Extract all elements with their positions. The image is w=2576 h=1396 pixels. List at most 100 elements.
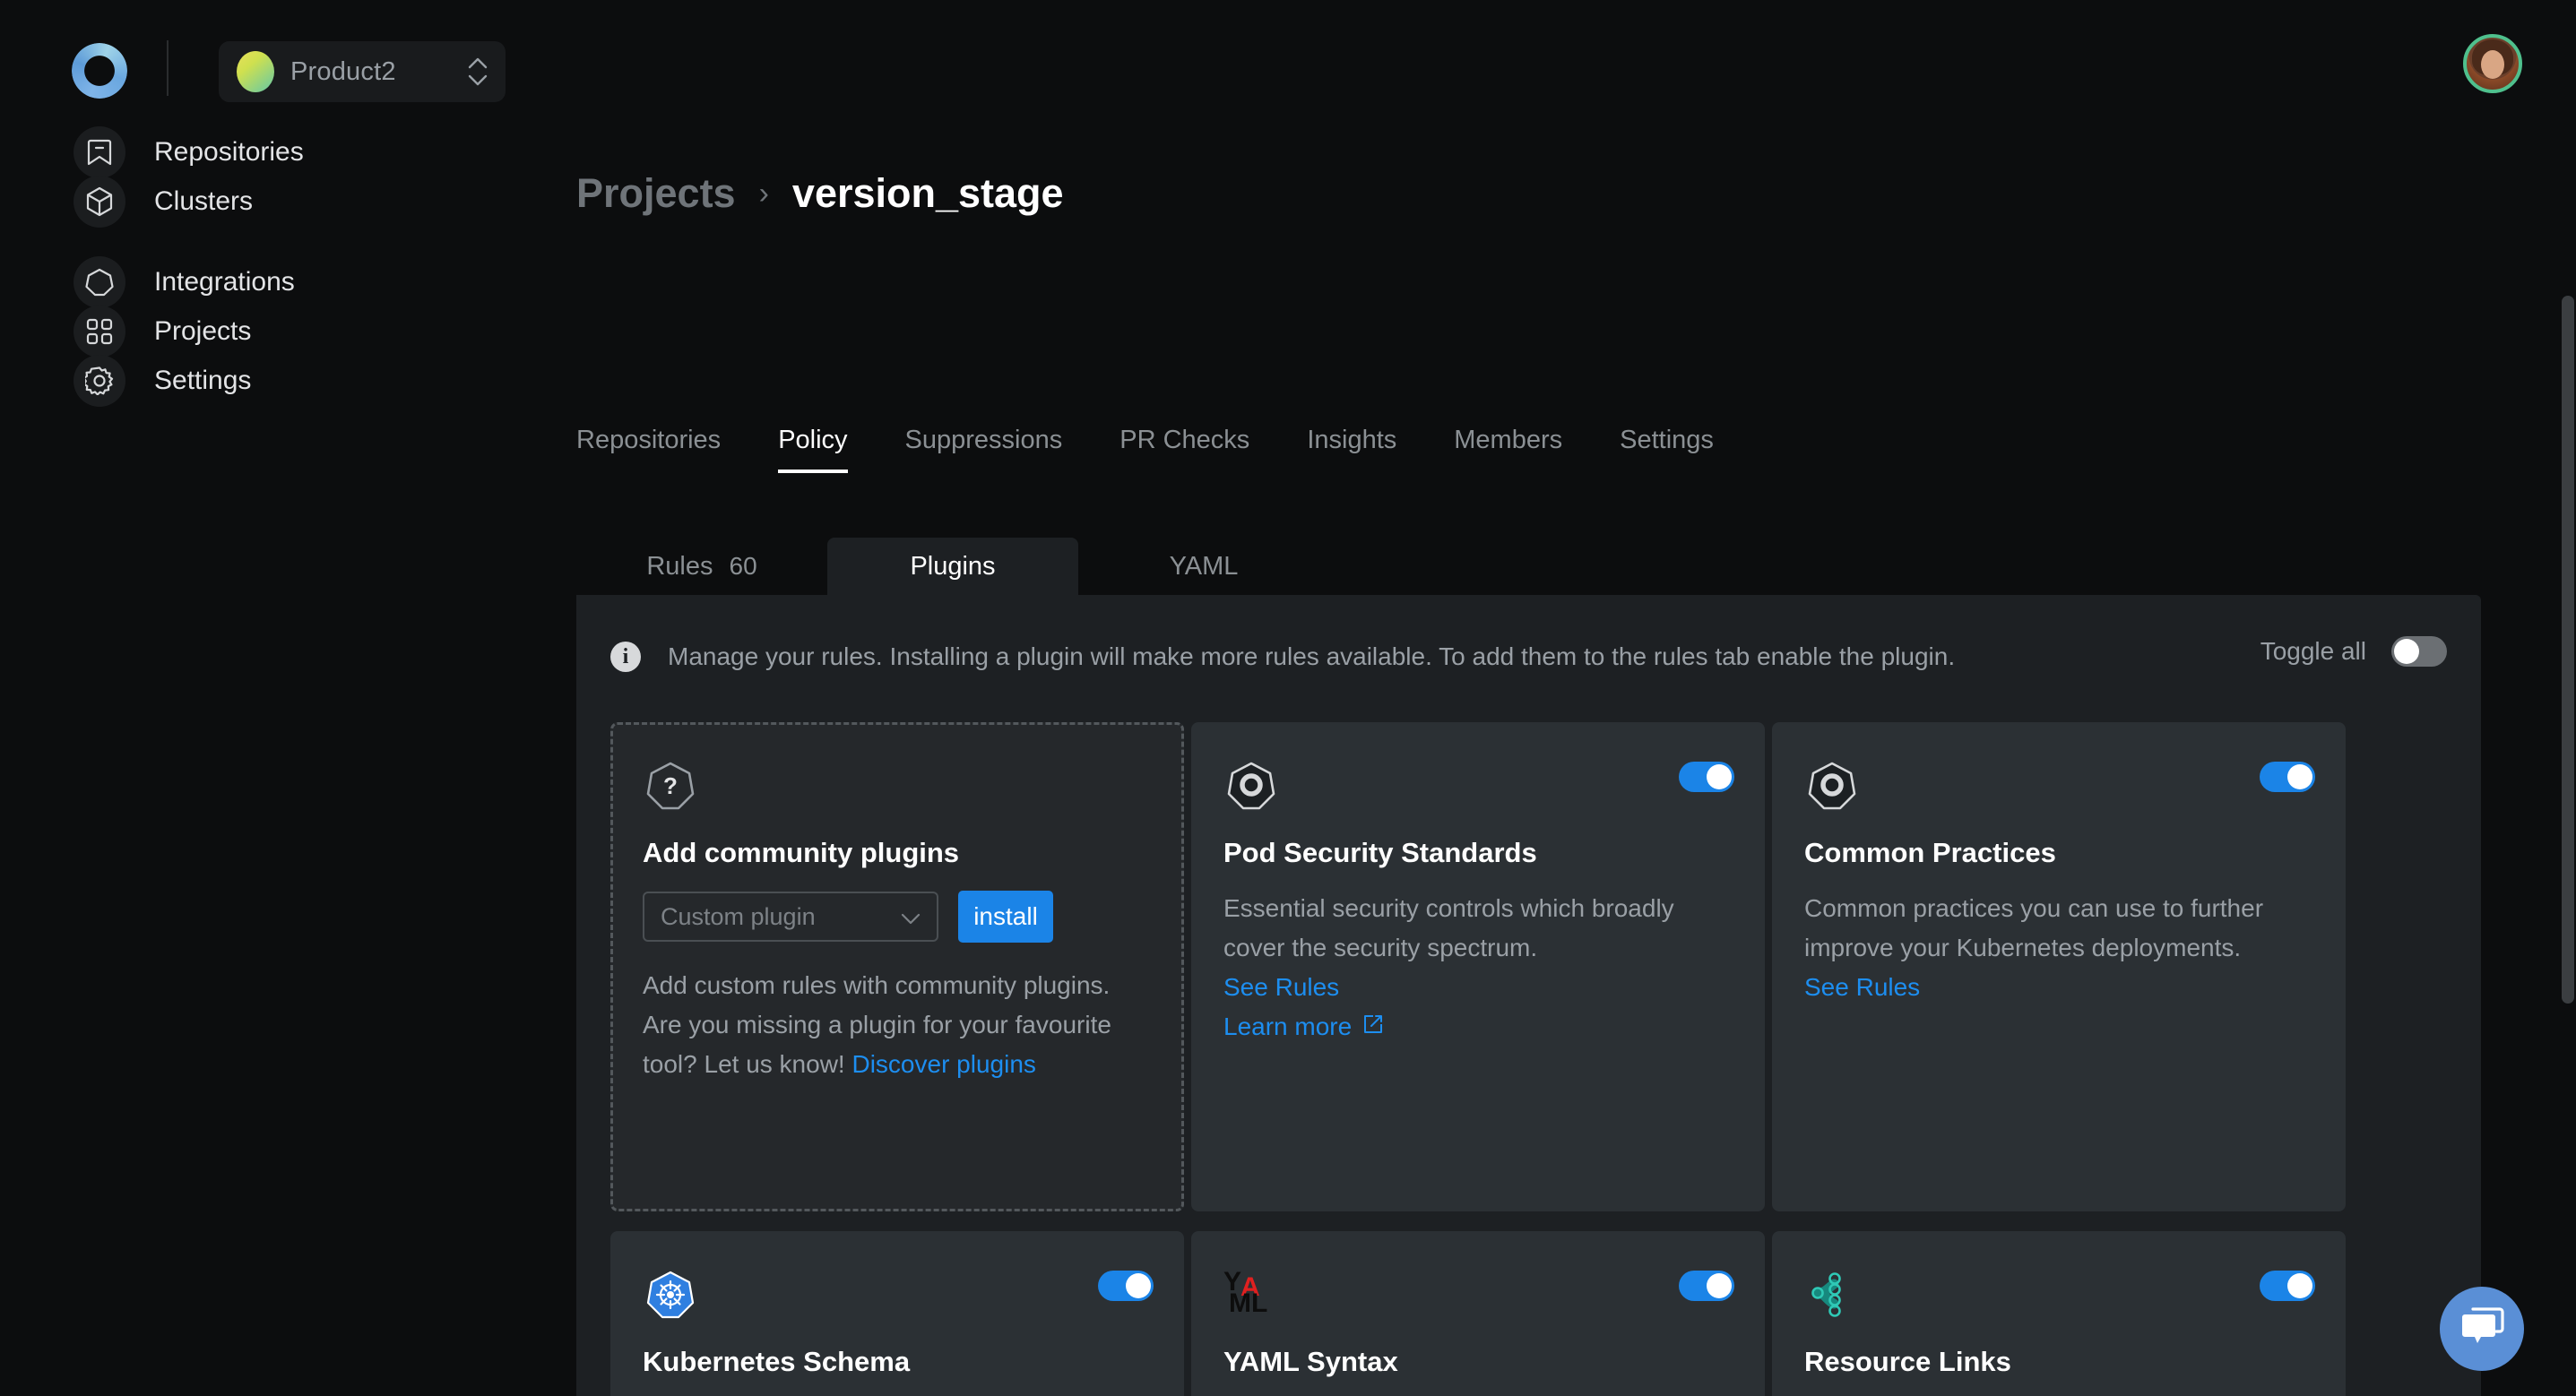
card-title: Pod Security Standards — [1223, 837, 1537, 868]
custom-plugin-select[interactable]: Custom plugin — [643, 892, 938, 942]
subtab-plugins[interactable]: Plugins — [827, 538, 1078, 595]
card-title: Resource Links — [1804, 1346, 2011, 1377]
breadcrumb-separator-icon: › — [758, 176, 769, 211]
tab-suppressions[interactable]: Suppressions — [877, 414, 1092, 466]
policy-subtabs: Rules 60 Plugins YAML — [576, 538, 2481, 595]
external-link-icon — [1362, 1007, 1384, 1047]
kubernetes-outline-heptagon-icon — [1804, 758, 1860, 814]
breadcrumb: Projects › version_stage — [576, 170, 1064, 217]
breadcrumb-root-link[interactable]: Projects — [576, 170, 736, 217]
kubernetes-logo-icon — [643, 1267, 698, 1323]
tab-label: Insights — [1307, 425, 1397, 454]
info-banner-text: Manage your rules. Installing a plugin w… — [668, 642, 1956, 670]
sidebar-item-settings[interactable]: Settings — [73, 345, 251, 417]
switch-knob — [1126, 1273, 1151, 1298]
switch[interactable] — [1098, 1271, 1154, 1301]
plugin-toggle-yaml-syntax[interactable] — [1679, 1271, 1734, 1301]
subtab-label: YAML — [1169, 551, 1239, 581]
subtab-rules[interactable]: Rules 60 — [576, 538, 827, 595]
switch[interactable] — [1679, 1271, 1734, 1301]
plugin-toggle-common-practices[interactable] — [2260, 762, 2315, 792]
card-yaml-syntax: Y A ML YAML Syntax Validates that your m… — [1191, 1231, 1765, 1396]
switch-knob — [1707, 764, 1732, 789]
tab-label: Policy — [778, 425, 848, 454]
sidebar-item-label: Integrations — [154, 267, 295, 297]
plugin-grid: ? Add community plugins Custom plugin in… — [610, 722, 2448, 1396]
card-title: Kubernetes Schema — [643, 1346, 911, 1377]
chevron-down-icon — [901, 903, 921, 931]
info-icon: i — [610, 642, 641, 672]
custom-plugin-select-value: Custom plugin — [661, 902, 816, 930]
vertical-scrollbar-thumb[interactable] — [2562, 296, 2574, 1004]
subtab-rules-count: 60 — [729, 552, 757, 580]
card-resource-links: Resource Links Validates that links to o… — [1772, 1231, 2346, 1396]
card-kubernetes-schema: Kubernetes Schema Validates that your ma… — [610, 1231, 1184, 1396]
brand-ring-logo-icon[interactable] — [72, 43, 127, 99]
tab-insights[interactable]: Insights — [1278, 414, 1425, 466]
plugin-toggle-kubernetes-schema[interactable] — [1098, 1271, 1154, 1301]
tab-pr-checks[interactable]: PR Checks — [1091, 414, 1278, 466]
primary-tabs: Repositories Policy Suppressions PR Chec… — [576, 414, 1742, 473]
gear-icon — [73, 355, 125, 407]
switch[interactable] — [1679, 762, 1734, 792]
card-links: See Rules — [1804, 968, 2313, 1007]
switch-knob — [2287, 1273, 2312, 1298]
card-links: See Rules Learn more — [1223, 968, 1733, 1047]
switch[interactable] — [2260, 762, 2315, 792]
cube-icon — [73, 176, 125, 228]
yaml-logo-glyphs: Y A ML — [1223, 1267, 1279, 1323]
toggle-all-switch[interactable] — [2391, 636, 2447, 667]
switch[interactable] — [2260, 1271, 2315, 1301]
product-switcher[interactable]: Product2 — [219, 41, 506, 102]
plugin-toggle-pod-security-standards[interactable] — [1679, 762, 1734, 792]
avatar-face — [2481, 50, 2504, 79]
card-common-practices: Common Practices Common practices you ca… — [1772, 722, 2346, 1211]
vertical-scrollbar-track[interactable] — [2560, 116, 2576, 1396]
sidebar-item-label: Repositories — [154, 137, 304, 167]
page-title: version_stage — [791, 170, 1064, 216]
tab-label: PR Checks — [1119, 425, 1250, 454]
see-rules-link[interactable]: See Rules — [1223, 968, 1339, 1007]
sidebar-item-label: Settings — [154, 366, 252, 395]
info-banner: i Manage your rules. Installing a plugin… — [610, 642, 2445, 672]
learn-more-link[interactable]: Learn more — [1223, 1007, 1384, 1047]
card-pod-security-standards: Pod Security Standards Essential securit… — [1191, 722, 1765, 1211]
card-description: Essential security controls which broadl… — [1223, 894, 1674, 961]
kubernetes-outline-heptagon-icon — [1223, 758, 1279, 814]
see-rules-link[interactable]: See Rules — [1804, 968, 1920, 1007]
discover-plugins-link[interactable]: Discover plugins — [851, 1050, 1035, 1078]
yaml-logo-ml: ML — [1229, 1288, 1268, 1318]
sidebar-item-label: Projects — [154, 316, 252, 346]
learn-more-label: Learn more — [1223, 1013, 1353, 1040]
toggle-all-label: Toggle all — [2260, 637, 2366, 665]
card-description: Add custom rules with community plugins.… — [643, 966, 1152, 1084]
tab-members[interactable]: Members — [1425, 414, 1591, 466]
plugin-toggle-resource-links[interactable] — [2260, 1271, 2315, 1301]
subtab-yaml[interactable]: YAML — [1078, 538, 1329, 595]
tab-label: Suppressions — [904, 425, 1063, 454]
switch-knob — [1707, 1273, 1732, 1298]
custom-plugin-row: Custom plugin install — [643, 891, 1152, 943]
card-title: Common Practices — [1804, 837, 2056, 868]
card-add-community-plugins: ? Add community plugins Custom plugin in… — [610, 722, 1184, 1211]
card-title: YAML Syntax — [1223, 1346, 1398, 1377]
chat-widget-button[interactable] — [2440, 1287, 2524, 1371]
yaml-logo-icon: Y A ML — [1223, 1267, 1279, 1323]
sidebar-item-label: Clusters — [154, 186, 254, 216]
resource-links-node-graph-icon — [1804, 1267, 1860, 1323]
tab-policy[interactable]: Policy — [749, 414, 876, 473]
switch-knob — [2287, 764, 2312, 789]
avatar[interactable] — [2463, 34, 2522, 93]
sidebar: Repositories Clusters Integrations Proje… — [0, 116, 551, 1396]
card-title: Add community plugins — [643, 837, 960, 868]
topbar-divider — [167, 40, 169, 96]
tab-repositories[interactable]: Repositories — [576, 414, 749, 466]
main-content: Projects › version_stage Repositories Po… — [551, 116, 2576, 1396]
tab-label: Members — [1454, 425, 1563, 454]
sidebar-item-clusters[interactable]: Clusters — [73, 166, 253, 237]
product-avatar-icon — [237, 51, 274, 92]
svg-text:?: ? — [663, 772, 678, 799]
install-button[interactable]: install — [958, 891, 1053, 943]
tab-settings[interactable]: Settings — [1591, 414, 1742, 466]
card-description: Common practices you can use to further … — [1804, 894, 2264, 961]
